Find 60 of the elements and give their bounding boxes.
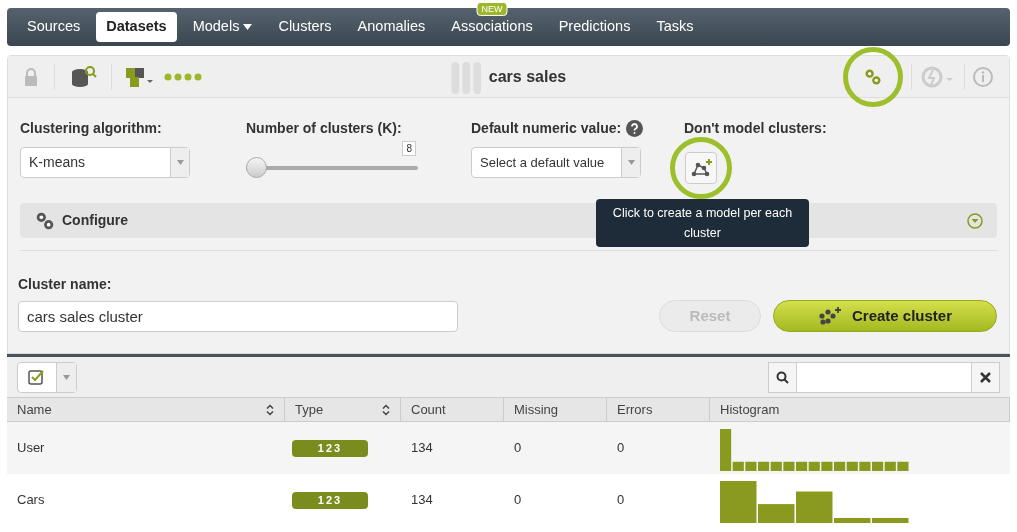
field-label: Don't model clusters: [684,119,827,138]
table-row[interactable]: User 123 134 0 0 [7,422,1010,474]
select-button[interactable] [17,361,77,393]
create-cluster-button[interactable]: Create cluster [773,300,997,332]
nav-tab[interactable]: Anomalies [347,12,436,42]
table-cell-text: 0 [513,439,523,458]
table-cell-text: 0 [616,439,626,458]
search-field[interactable] [768,361,1000,393]
column-header[interactable]: Errors [607,398,710,421]
type-badge: 123 [292,440,368,458]
checkbox-icon [28,368,46,386]
caret-icon [243,24,253,30]
field-label: Default numeric value: [471,119,622,138]
type-badge: 123 [292,492,368,510]
slider-thumb[interactable] [246,157,267,178]
lock-icon[interactable] [24,67,38,86]
nav-tab[interactable]: Sources [17,12,91,42]
table-cell-text: User [16,439,46,458]
new-badge: NEW [476,2,508,17]
sort-icon [382,403,390,416]
nav-tab[interactable]: Clusters [268,12,342,42]
nav-tab[interactable]: Datasets [96,12,177,42]
slider-value: 8 [402,141,416,156]
field-label: Number of clusters (K): [246,119,403,138]
table-cell-text: 134 [410,491,434,510]
model-clusters-button[interactable] [685,152,717,184]
column-header[interactable]: Histogram [710,398,1010,421]
nav-tab[interactable]: Predictions [548,12,641,42]
help-icon[interactable] [626,120,644,137]
column-header[interactable]: Type [285,398,401,421]
table-cell-text: 0 [513,491,523,510]
database-search-icon[interactable] [71,65,97,88]
expand-icon[interactable] [967,212,983,229]
caret-icon [627,160,635,165]
info-icon[interactable] [973,66,993,87]
network-plus-icon [690,158,712,178]
column-header[interactable]: Count [401,398,504,421]
nav-tab[interactable]: Models [182,12,263,42]
cluster-name-input[interactable]: cars sales cluster [18,301,458,332]
slider-track[interactable] [246,157,418,178]
table-cell-text: 134 [410,439,434,458]
field-label: Clustering algorithm: [20,119,163,138]
sort-icon [266,403,274,416]
caret-icon [63,374,70,380]
search-icon [776,370,789,384]
cluster-plus-icon [817,306,842,326]
tooltip: Click to create a model per each cluster [596,199,809,247]
table-cell-text: 0 [616,491,626,510]
table-cell-text: Cars [16,491,46,510]
column-header[interactable]: Name [7,398,285,421]
caret-icon [176,160,184,165]
nav-tab[interactable]: Tasks [646,12,704,42]
field-label: Cluster name: [18,275,113,294]
algorithm-select[interactable]: K-means [20,147,190,178]
dataset-title: cars sales [488,66,567,87]
close-icon[interactable] [980,371,991,383]
configure-label: Configure [62,211,129,230]
dots-icon[interactable] [164,72,204,81]
default-value-select[interactable]: Select a default value [471,147,641,178]
column-header[interactable]: Missing [504,398,607,421]
